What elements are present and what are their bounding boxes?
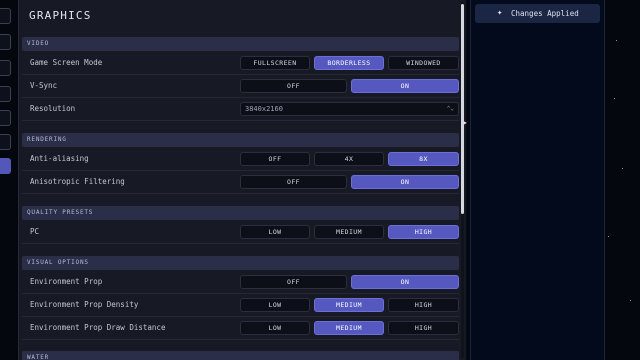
option-on[interactable]: ON (351, 79, 459, 93)
option-medium[interactable]: MEDIUM (314, 321, 384, 335)
section-video: VIDEO (22, 37, 459, 51)
section-rendering: RENDERING (22, 133, 459, 147)
star (616, 40, 617, 41)
left-nav-button[interactable] (0, 110, 11, 126)
option-low[interactable]: LOW (240, 225, 310, 239)
option-high[interactable]: HIGH (388, 225, 459, 239)
panel-title: GRAPHICS (29, 9, 92, 22)
option-on[interactable]: ON (351, 175, 459, 189)
resolution-select[interactable]: 3840x2160 ⌃⌄ (240, 102, 459, 116)
row-environment-prop: Environment Prop OFF ON (22, 272, 459, 294)
row-pc: PC LOW MEDIUM HIGH (22, 222, 459, 244)
option-8x[interactable]: 8X (388, 152, 459, 166)
option-low[interactable]: LOW (240, 321, 310, 335)
graphics-settings-panel: GRAPHICS VIDEO Game Screen Mode FULLSCRE… (18, 0, 466, 360)
section-water: WATER (22, 351, 459, 360)
chevron-updown-icon: ⌃⌄ (446, 105, 454, 112)
option-high[interactable]: HIGH (388, 321, 459, 335)
row-label: Environment Prop Density (30, 300, 139, 309)
row-game-screen-mode: Game Screen Mode FULLSCREEN BORDERLESS W… (22, 53, 459, 75)
toast-label: Changes Applied (511, 9, 579, 18)
sparkles-icon: ✦ (497, 8, 503, 18)
row-resolution: Resolution 3840x2160 ⌃⌄ (22, 99, 459, 121)
option-high[interactable]: HIGH (388, 298, 459, 312)
option-off[interactable]: OFF (240, 79, 347, 93)
option-off[interactable]: OFF (240, 152, 310, 166)
option-borderless[interactable]: BORDERLESS (314, 56, 384, 70)
left-nav-strip (0, 0, 14, 360)
left-nav-button[interactable] (0, 8, 11, 24)
row-label: Anti-aliasing (30, 154, 89, 163)
option-low[interactable]: LOW (240, 298, 310, 312)
settings-scrollbar[interactable] (461, 2, 464, 358)
option-fullscreen[interactable]: FULLSCREEN (240, 56, 310, 70)
option-off[interactable]: OFF (240, 175, 347, 189)
left-nav-button[interactable] (0, 34, 11, 50)
section-quality-presets: QUALITY PRESETS (22, 206, 459, 220)
scrollbar-thumb[interactable] (461, 4, 464, 214)
row-label: Game Screen Mode (30, 58, 103, 67)
option-on[interactable]: ON (351, 275, 459, 289)
option-medium[interactable]: MEDIUM (314, 225, 384, 239)
side-info-panel: ✦ Changes Applied (470, 0, 605, 360)
row-anti-aliasing: Anti-aliasing OFF 4X 8X (22, 149, 459, 171)
row-environment-prop-draw-distance: Environment Prop Draw Distance LOW MEDIU… (22, 318, 459, 340)
star (614, 98, 615, 99)
row-label: Anisotropic Filtering (30, 177, 125, 186)
left-nav-button[interactable] (0, 60, 11, 76)
option-4x[interactable]: 4X (314, 152, 384, 166)
star (608, 236, 609, 237)
left-nav-button[interactable] (0, 134, 11, 150)
mouse-cursor-icon: ▸ (463, 118, 468, 127)
row-environment-prop-density: Environment Prop Density LOW MEDIUM HIGH (22, 295, 459, 317)
left-nav-button[interactable] (0, 86, 11, 102)
left-nav-button-active[interactable] (0, 158, 11, 174)
row-anisotropic-filtering: Anisotropic Filtering OFF ON (22, 172, 459, 194)
row-vsync: V-Sync OFF ON (22, 76, 459, 98)
row-label: V-Sync (30, 81, 58, 90)
row-label: PC (30, 227, 40, 236)
option-medium[interactable]: MEDIUM (314, 298, 384, 312)
row-label: Environment Prop Draw Distance (30, 323, 166, 332)
changes-applied-toast: ✦ Changes Applied (475, 4, 600, 23)
resolution-value: 3840x2160 (245, 105, 283, 113)
star (622, 168, 623, 169)
row-label: Resolution (30, 104, 76, 113)
row-label: Environment Prop (30, 277, 103, 286)
section-visual-options: VISUAL OPTIONS (22, 256, 459, 270)
star (630, 300, 631, 301)
option-windowed[interactable]: WINDOWED (388, 56, 459, 70)
option-off[interactable]: OFF (240, 275, 347, 289)
